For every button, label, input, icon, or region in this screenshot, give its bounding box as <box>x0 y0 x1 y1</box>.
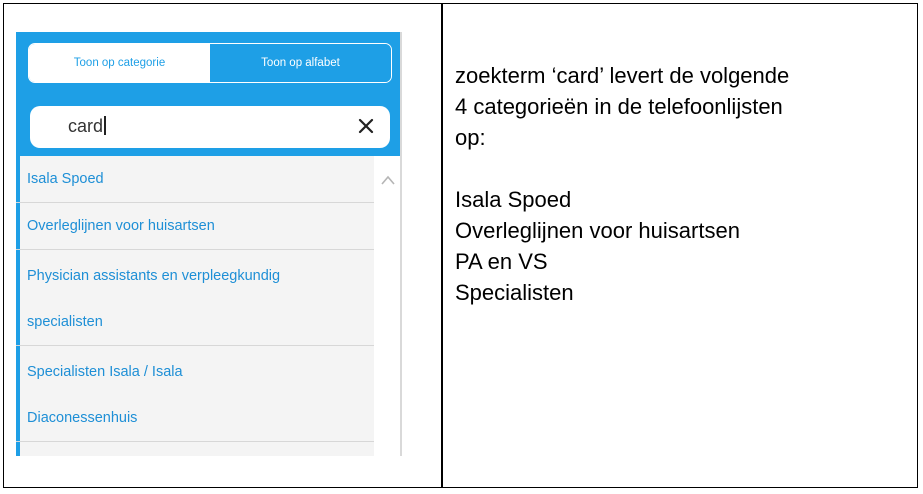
results-list: Isala Spoed Overleglijnen voor huisartse… <box>16 156 374 442</box>
close-icon <box>358 118 374 134</box>
tab-alphabet[interactable]: Toon op alfabet <box>210 44 391 82</box>
list-item-label: Physician assistants en verpleegkundig <box>27 268 281 284</box>
description-text: zoekterm ‘card’ levert de volgende 4 cat… <box>455 60 895 308</box>
list-item-label: specialisten <box>27 314 103 330</box>
list-item-label: Specialisten Isala / Isala <box>27 364 183 380</box>
chevron-up-icon[interactable] <box>380 174 396 186</box>
list-item[interactable]: Isala Spoed <box>16 156 374 203</box>
search-header: Toon op categorie Toon op alfabet card <box>16 32 402 156</box>
tab-category[interactable]: Toon op categorie <box>29 44 210 82</box>
app-screenshot-panel: Toon op categorie Toon op alfabet card I… <box>16 32 402 456</box>
description-line: op: <box>455 125 486 150</box>
search-value: card <box>68 116 106 137</box>
text-caret <box>104 116 106 135</box>
category-line: Isala Spoed <box>455 187 572 212</box>
panel-edge <box>400 32 402 456</box>
list-item[interactable]: Specialisten Isala / Isala Diaconessenhu… <box>16 346 374 442</box>
list-item[interactable]: Overleglijnen voor huisartsen <box>16 203 374 250</box>
category-line: PA en VS <box>455 249 548 274</box>
category-line: Specialisten <box>455 280 574 305</box>
list-item-label: Isala Spoed <box>27 171 104 187</box>
list-item-label: Diaconessenhuis <box>27 410 138 426</box>
search-input[interactable]: card <box>30 106 390 148</box>
category-line: Overleglijnen voor huisartsen <box>455 218 740 243</box>
column-divider <box>441 4 443 487</box>
description-line: 4 categorieën in de telefoonlijsten <box>455 94 783 119</box>
description-line: zoekterm ‘card’ levert de volgende <box>455 63 790 88</box>
list-item[interactable]: Physician assistants en verpleegkundig s… <box>16 250 374 346</box>
view-toggle: Toon op categorie Toon op alfabet <box>28 43 392 83</box>
list-item-label: Overleglijnen voor huisartsen <box>27 218 215 234</box>
scrollbar[interactable] <box>374 156 402 456</box>
clear-search-button[interactable] <box>352 112 380 140</box>
